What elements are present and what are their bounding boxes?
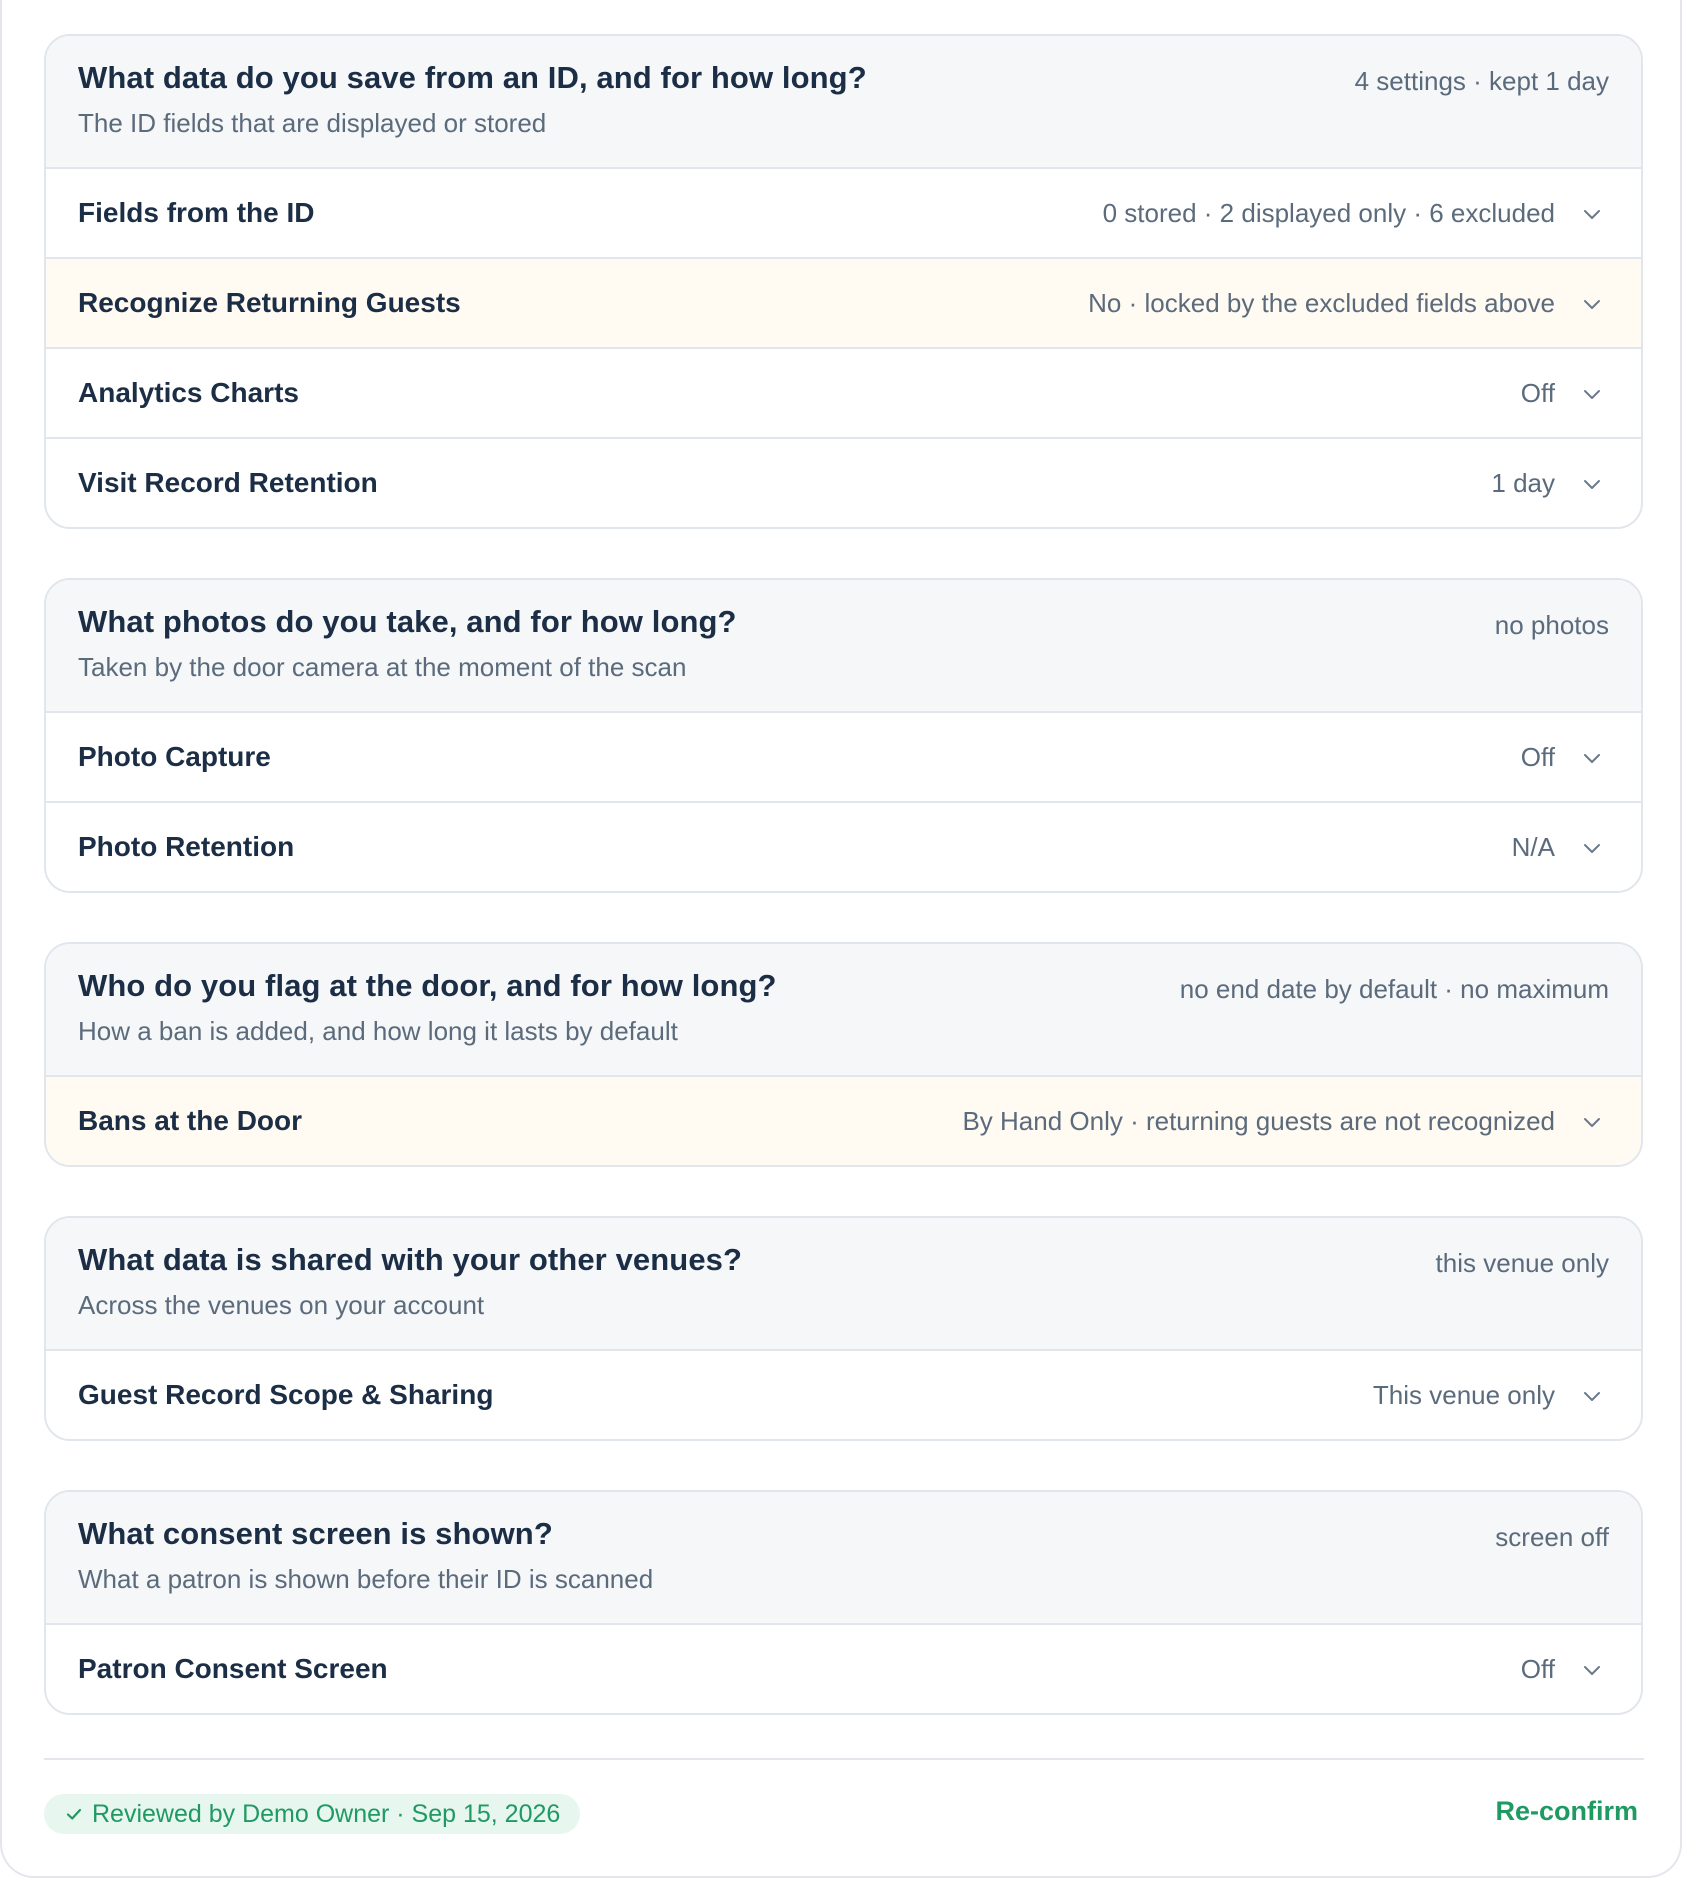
setting-label: Recognize Returning Guests	[78, 287, 461, 318]
setting-value: N/A	[1511, 832, 1555, 862]
section-id-data: What data do you save from an ID, and fo…	[44, 34, 1643, 529]
section-subtitle: The ID fields that are displayed or stor…	[78, 108, 547, 138]
setting-row-photo-retention[interactable]: Photo Retention N/A	[46, 803, 1641, 891]
setting-value: Off	[1520, 1654, 1555, 1684]
section-photos: What photos do you take, and for how lon…	[44, 578, 1643, 893]
setting-label: Guest Record Scope & Sharing	[78, 1379, 494, 1410]
setting-value: This venue only	[1372, 1380, 1555, 1410]
chevron-down-icon[interactable]	[1581, 1111, 1603, 1133]
chevron-down-icon[interactable]	[1581, 473, 1603, 495]
footer-divider	[44, 1758, 1644, 1760]
section-bans: Who do you flag at the door, and for how…	[44, 942, 1643, 1167]
section-header: What consent screen is shown? What a pat…	[46, 1492, 1641, 1625]
setting-value: 1 day	[1491, 468, 1555, 498]
chevron-down-icon[interactable]	[1581, 203, 1603, 225]
section-title: What photos do you take, and for how lon…	[78, 604, 737, 639]
section-consent: What consent screen is shown? What a pat…	[44, 1490, 1643, 1715]
section-summary: this venue only	[1435, 1248, 1609, 1278]
setting-row-visit-record-retention[interactable]: Visit Record Retention 1 day	[46, 439, 1641, 527]
setting-row-guest-record-scope[interactable]: Guest Record Scope & Sharing This venue …	[46, 1351, 1641, 1439]
section-subtitle: Across the venues on your account	[78, 1290, 485, 1320]
section-title: What consent screen is shown?	[78, 1516, 553, 1551]
section-header: What data is shared with your other venu…	[46, 1218, 1641, 1351]
setting-row-bans-at-the-door[interactable]: Bans at the Door By Hand Only · returnin…	[46, 1077, 1641, 1165]
setting-value: Off	[1520, 742, 1555, 772]
section-subtitle: How a ban is added, and how long it last…	[78, 1016, 678, 1046]
setting-label: Analytics Charts	[78, 377, 299, 408]
section-title: What data do you save from an ID, and fo…	[78, 60, 867, 95]
section-summary: 4 settings · kept 1 day	[1354, 66, 1609, 96]
setting-value: Off	[1520, 378, 1555, 408]
setting-value: 0 stored · 2 displayed only · 6 excluded	[1102, 198, 1555, 228]
section-header: What photos do you take, and for how lon…	[46, 580, 1641, 713]
setting-value: By Hand Only · returning guests are not …	[962, 1106, 1555, 1136]
setting-row-patron-consent-screen[interactable]: Patron Consent Screen Off	[46, 1625, 1641, 1713]
setting-label: Visit Record Retention	[78, 467, 378, 498]
settings-sections: What data do you save from an ID, and fo…	[44, 34, 1643, 1764]
setting-row-analytics-charts[interactable]: Analytics Charts Off	[46, 349, 1641, 439]
reviewed-badge: Reviewed by Demo Owner · Sep 15, 2026	[44, 1794, 581, 1834]
setting-label: Bans at the Door	[78, 1105, 303, 1136]
section-summary: no photos	[1494, 610, 1609, 640]
setting-row-fields-from-id[interactable]: Fields from the ID 0 stored · 2 displaye…	[46, 169, 1641, 259]
check-icon	[66, 1808, 82, 1820]
chevron-down-icon[interactable]	[1581, 837, 1603, 859]
section-sharing: What data is shared with your other venu…	[44, 1216, 1643, 1441]
reconfirm-button[interactable]: Re-confirm	[1495, 1796, 1638, 1827]
setting-label: Photo Retention	[78, 831, 295, 862]
section-summary: screen off	[1495, 1522, 1609, 1552]
chevron-down-icon[interactable]	[1581, 1659, 1603, 1681]
chevron-down-icon[interactable]	[1581, 747, 1603, 769]
setting-label: Patron Consent Screen	[78, 1653, 388, 1684]
reviewed-text: Reviewed by Demo Owner · Sep 15, 2026	[92, 1799, 561, 1828]
section-title: What data is shared with your other venu…	[78, 1242, 743, 1277]
chevron-down-icon[interactable]	[1581, 383, 1603, 405]
section-subtitle: What a patron is shown before their ID i…	[78, 1564, 654, 1594]
setting-label: Fields from the ID	[78, 197, 315, 228]
section-subtitle: Taken by the door camera at the moment o…	[78, 652, 687, 682]
chevron-down-icon[interactable]	[1581, 293, 1603, 315]
setting-value: No · locked by the excluded fields above	[1088, 288, 1555, 318]
section-header: Who do you flag at the door, and for how…	[46, 944, 1641, 1077]
setting-label: Photo Capture	[78, 741, 271, 772]
setting-row-photo-capture[interactable]: Photo Capture Off	[46, 713, 1641, 803]
section-summary: no end date by default · no maximum	[1179, 974, 1609, 1004]
section-title: Who do you flag at the door, and for how…	[78, 968, 777, 1003]
setting-row-recognize-returning-guests[interactable]: Recognize Returning Guests No · locked b…	[46, 259, 1641, 349]
settings-panel: What data do you save from an ID, and fo…	[0, 0, 1682, 1878]
section-header: What data do you save from an ID, and fo…	[46, 36, 1641, 169]
chevron-down-icon[interactable]	[1581, 1385, 1603, 1407]
